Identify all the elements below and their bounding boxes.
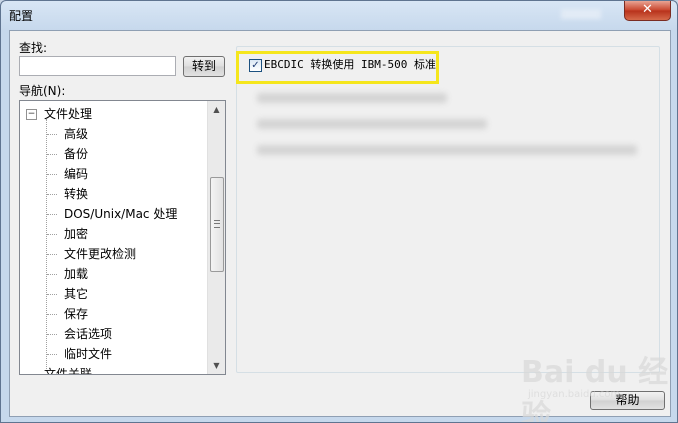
tree-connector — [47, 354, 57, 355]
blurred-option — [257, 119, 487, 129]
tree-item-other[interactable]: 其它 — [64, 285, 88, 303]
tree-item-conversion[interactable]: 转换 — [64, 185, 88, 203]
tree-connector — [47, 174, 57, 175]
goto-button[interactable]: 转到 — [183, 56, 225, 77]
tree-item-session-options[interactable]: 会话选项 — [64, 325, 112, 343]
grip-icon — [214, 220, 220, 228]
baidu-watermark-logo: Bai du 经验 — [521, 355, 669, 423]
tree-connector — [47, 234, 57, 235]
tree-item-file-change-detection[interactable]: 文件更改检测 — [64, 245, 136, 263]
close-button[interactable]: ✕ — [624, 1, 671, 21]
tree-scrollbar[interactable]: ▲ ▼ — [207, 101, 225, 374]
tree-item-encryption[interactable]: 加密 — [64, 225, 88, 243]
tree-item-encoding[interactable]: 编码 — [64, 165, 88, 183]
tree-item-line-endings[interactable]: DOS/Unix/Mac 处理 — [64, 205, 177, 223]
scroll-down-arrow-icon[interactable]: ▼ — [208, 357, 225, 374]
tree-connector — [47, 294, 57, 295]
collapse-icon[interactable]: − — [26, 109, 37, 120]
ebcdic-checkbox-label[interactable]: EBCDIC 转换使用 IBM-500 标准 — [264, 58, 436, 72]
baidu-watermark-site: jingyan.baidu.com — [528, 389, 621, 400]
tree-item-temp-files[interactable]: 临时文件 — [64, 345, 112, 363]
nav-label: 导航(N): — [19, 84, 66, 98]
tree-item-load[interactable]: 加载 — [64, 265, 88, 283]
tree-connector — [47, 254, 57, 255]
window-title: 配置 — [9, 9, 34, 23]
tree-connector — [47, 134, 57, 135]
search-input[interactable] — [19, 56, 176, 76]
blurred-option — [257, 145, 637, 155]
tree-item-backup[interactable]: 备份 — [64, 145, 88, 163]
tree-connector — [47, 274, 57, 275]
tree-connector — [47, 194, 57, 195]
config-dialog: 配置 ✕ 查找: 转到 导航(N): − 文件处理 高级 备份 编码 转换 DO… — [0, 0, 678, 423]
tree-item-advanced[interactable]: 高级 — [64, 125, 88, 143]
tree-connector — [47, 314, 57, 315]
scrollbar-thumb[interactable] — [210, 177, 224, 272]
tree-root-file-association[interactable]: 文件关联 — [44, 365, 92, 374]
scroll-up-arrow-icon[interactable]: ▲ — [208, 101, 225, 118]
blurred-option — [257, 93, 447, 103]
tree-item-save[interactable]: 保存 — [64, 305, 88, 323]
tree-connector — [47, 154, 57, 155]
settings-panel — [236, 46, 660, 373]
tree-connector — [47, 214, 57, 215]
tree-connector — [47, 334, 57, 335]
search-label: 查找: — [19, 41, 48, 55]
nav-tree[interactable]: − 文件处理 高级 备份 编码 转换 DOS/Unix/Mac 处理 加密 文件… — [19, 100, 226, 375]
blurred-title-text — [561, 9, 601, 19]
tree-root-file-processing[interactable]: 文件处理 — [44, 105, 92, 123]
ebcdic-checkbox[interactable]: ✓ — [249, 59, 262, 72]
